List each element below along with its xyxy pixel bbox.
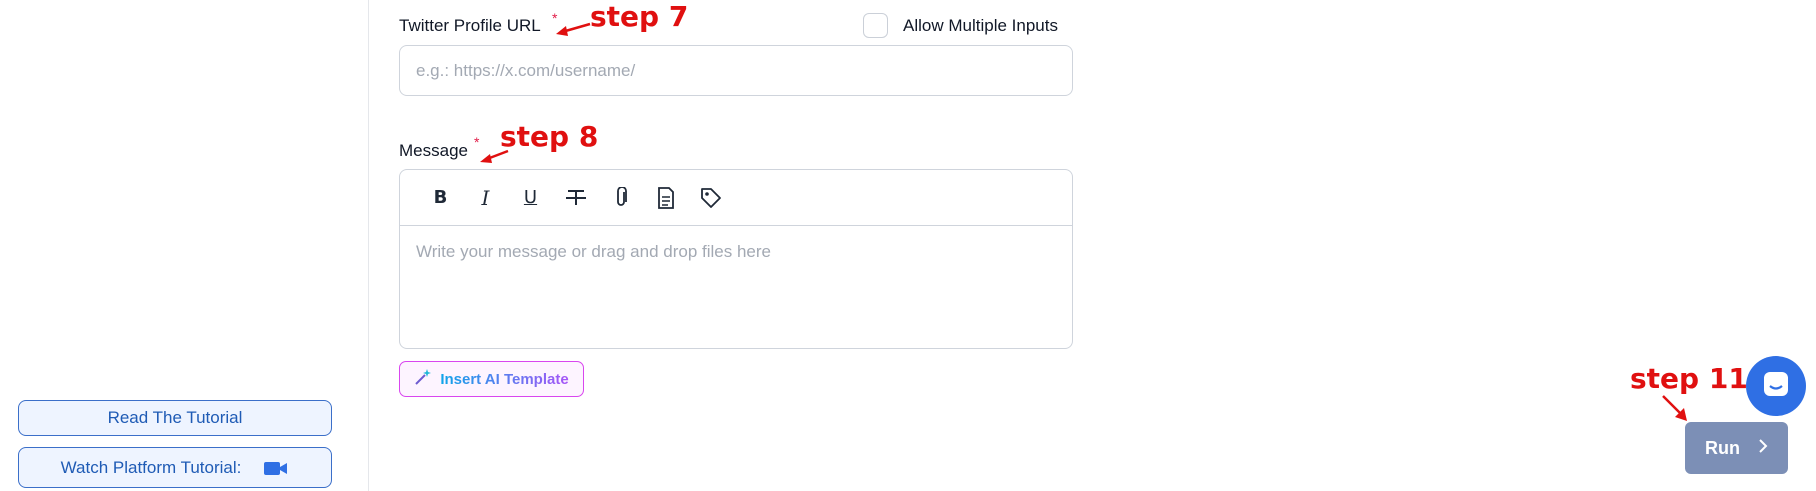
twitter-url-input[interactable] — [399, 45, 1073, 96]
bold-icon[interactable]: B — [418, 180, 463, 216]
insert-ai-template-button[interactable]: Insert AI Template — [399, 361, 584, 397]
step-8-annotation: step 8 — [500, 120, 599, 153]
sidebar: Read The Tutorial Watch Platform Tutoria… — [0, 0, 369, 491]
video-camera-icon — [263, 459, 289, 477]
message-label: Message — [399, 141, 468, 160]
bold-glyph: B — [433, 187, 448, 208]
step-7-arrow — [556, 22, 591, 36]
run-label: Run — [1705, 437, 1740, 458]
allow-multiple-checkbox[interactable] — [863, 13, 888, 38]
insert-ai-template-label: Insert AI Template — [440, 370, 569, 388]
underline-glyph: U — [523, 187, 538, 208]
magic-wand-icon — [414, 368, 432, 390]
italic-glyph: I — [481, 185, 490, 210]
run-button[interactable]: Run — [1685, 422, 1788, 474]
step-11-annotation: step 11 — [1630, 362, 1748, 395]
watch-tutorial-button[interactable]: Watch Platform Tutorial: — [18, 447, 332, 488]
allow-multiple-label: Allow Multiple Inputs — [903, 16, 1058, 35]
document-icon[interactable] — [643, 180, 688, 216]
read-tutorial-label: Read The Tutorial — [107, 408, 243, 427]
underline-icon[interactable]: U — [508, 180, 553, 216]
tag-icon[interactable] — [688, 180, 733, 216]
strikethrough-icon[interactable] — [553, 180, 598, 216]
chat-widget-button[interactable] — [1746, 356, 1806, 416]
message-editor: B I U Write your message or drag and dro… — [399, 169, 1073, 349]
read-tutorial-button[interactable]: Read The Tutorial — [18, 400, 332, 436]
editor-toolbar: B I U — [400, 170, 1072, 226]
chat-icon — [1762, 370, 1790, 403]
twitter-url-label: Twitter Profile URL — [399, 16, 541, 35]
chevron-right-icon — [1758, 438, 1768, 459]
step-8-arrow — [480, 149, 509, 163]
attach-icon[interactable] — [598, 180, 643, 216]
message-placeholder: Write your message or drag and drop file… — [416, 242, 771, 261]
watch-tutorial-label: Watch Platform Tutorial: — [60, 457, 242, 477]
italic-icon[interactable]: I — [463, 180, 508, 216]
message-input[interactable]: Write your message or drag and drop file… — [400, 226, 1072, 278]
step-7-annotation: step 7 — [590, 0, 689, 33]
step-11-arrow — [1662, 395, 1687, 421]
